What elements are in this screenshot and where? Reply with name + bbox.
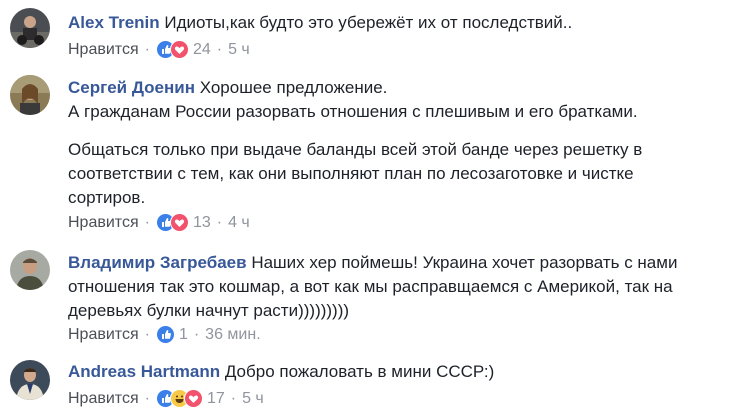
love-icon[interactable] <box>169 213 189 232</box>
comment-paragraph: Идиоты,как будто это убережёт их от посл… <box>164 13 573 32</box>
avatar-image <box>10 250 50 290</box>
like-button[interactable]: Нравится <box>68 390 139 408</box>
comment-time[interactable]: 5 ч <box>242 390 264 408</box>
comment-time[interactable]: 36 мин. <box>205 326 260 344</box>
author-name[interactable]: Владимир Загребаев <box>68 253 247 272</box>
comment-time[interactable]: 4 ч <box>228 214 250 232</box>
like-button[interactable]: Нравится <box>68 214 139 232</box>
love-icon[interactable] <box>183 389 203 408</box>
like-button[interactable]: Нравится <box>68 326 139 344</box>
reaction-count[interactable]: 17 <box>207 390 225 408</box>
avatar-image <box>10 75 50 115</box>
separator: · <box>216 213 223 231</box>
comment-time[interactable]: 5 ч <box>228 41 250 59</box>
like-button[interactable]: Нравится <box>68 41 139 59</box>
avatar[interactable] <box>10 360 50 400</box>
reaction-count[interactable]: 24 <box>193 41 211 59</box>
comment-paragraph: Общаться только при выдаче баланды всей … <box>68 140 643 207</box>
comment-actions: Нравится · 13 · 4 ч <box>68 213 250 232</box>
separator: · <box>193 325 200 343</box>
separator: · <box>144 325 150 343</box>
avatar-image <box>10 360 50 400</box>
reaction-count[interactable]: 1 <box>179 326 188 344</box>
reaction-count[interactable]: 13 <box>193 214 211 232</box>
avatar[interactable] <box>10 8 50 48</box>
comment-paragraph: Хорошее предложение. <box>199 78 388 97</box>
author-name[interactable]: Alex Trenin <box>68 13 160 32</box>
author-name[interactable]: Сергей Доенин <box>68 78 195 97</box>
comment-actions: Нравится · 1 · 36 мин. <box>68 325 261 344</box>
separator: · <box>144 389 150 407</box>
comment-paragraph: А гражданам России разорвать отношения с… <box>68 102 638 121</box>
comment-text: Alex Trenin Идиоты,как будто это убережё… <box>68 11 707 35</box>
avatar[interactable] <box>10 250 50 290</box>
avatar[interactable] <box>10 75 50 115</box>
comment-text: Andreas Hartmann Добро пожаловать в мини… <box>68 360 707 384</box>
separator: · <box>144 213 150 231</box>
separator: · <box>144 40 150 58</box>
separator: · <box>216 40 223 58</box>
comment-actions: Нравится · 17 · 5 ч <box>68 389 264 408</box>
comment-text: Сергей Доенин Хорошее предложение. А гра… <box>68 76 707 210</box>
comment-paragraph: Добро пожаловать в мини СССР:) <box>224 362 495 381</box>
avatar-image <box>10 8 50 48</box>
author-name[interactable]: Andreas Hartmann <box>68 362 220 381</box>
like-icon[interactable] <box>155 325 175 344</box>
separator: · <box>230 389 237 407</box>
comment-actions: Нравится · 24 · 5 ч <box>68 40 250 59</box>
comment-text: Владимир Загребаев Наших хер поймешь! Ук… <box>68 251 707 323</box>
love-icon[interactable] <box>169 40 189 59</box>
